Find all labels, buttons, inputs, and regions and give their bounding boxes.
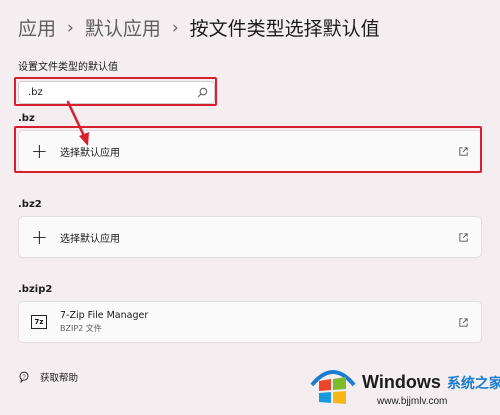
app-name: 7-Zip File Manager (60, 310, 149, 321)
open-external-icon (459, 232, 468, 242)
group-label-bzip2: .bzip2 (18, 284, 53, 295)
section-label: 设置文件类型的默认值 (18, 62, 118, 73)
choose-default-app-bz2[interactable]: + 选择默认应用 (18, 216, 482, 258)
get-help-link[interactable]: ? 获取帮助 (18, 370, 78, 384)
watermark-url: www.bjjmlv.com (377, 396, 448, 407)
group-label-bz2: .bz2 (18, 199, 42, 210)
watermark-brand: Windows (362, 372, 441, 392)
search-highlight-box (14, 77, 217, 106)
windows-logo-icon (310, 370, 356, 404)
default-app-bzip2[interactable]: 7z 7-Zip File Manager BZIP2 文件 (18, 301, 482, 343)
choose-default-app-label: 选择默认应用 (60, 233, 120, 245)
card-highlight-box (14, 126, 482, 173)
breadcrumb-item-apps[interactable]: 应用 (18, 14, 56, 41)
help-icon: ? (19, 371, 29, 383)
watermark: Windows 系统之家 www.bjjmlv.com (300, 355, 500, 415)
watermark-suffix: 系统之家 (446, 375, 500, 391)
group-label-bz: .bz (18, 113, 35, 124)
chevron-right-icon: › (67, 17, 74, 38)
7zip-icon: 7z (31, 315, 47, 329)
breadcrumb: 应用 › 默认应用 › 按文件类型选择默认值 (18, 14, 380, 41)
plus-icon: + (31, 225, 48, 249)
chevron-right-icon: › (171, 17, 179, 38)
app-file-type: BZIP2 文件 (60, 324, 102, 333)
page-title: 按文件类型选择默认值 (189, 18, 380, 40)
open-external-icon (459, 317, 468, 327)
breadcrumb-item-default-apps[interactable]: 默认应用 (85, 14, 161, 41)
svg-text:?: ? (22, 374, 25, 380)
get-help-label: 获取帮助 (40, 373, 79, 384)
